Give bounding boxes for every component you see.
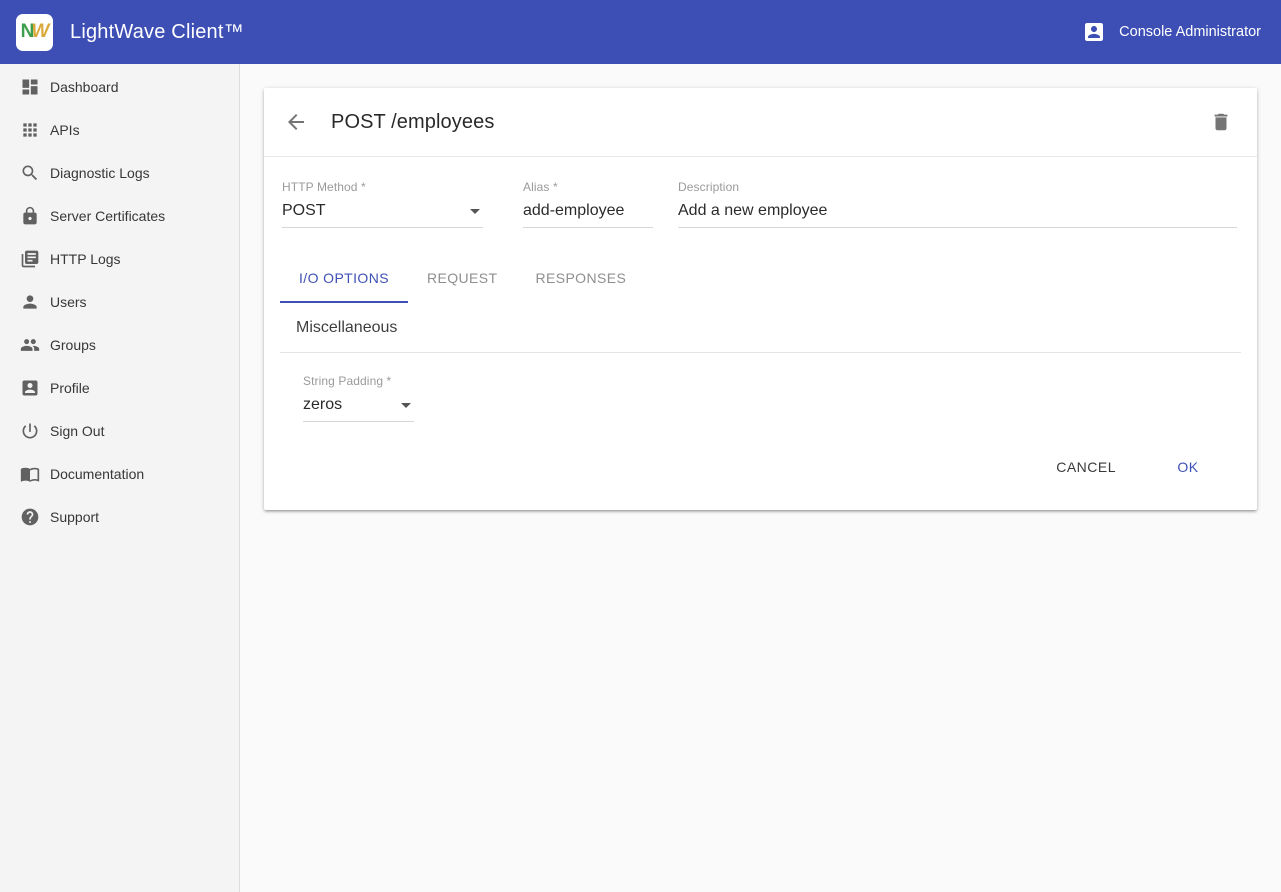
- sidebar-item-label: Sign Out: [50, 423, 104, 439]
- account-box-icon: [20, 378, 40, 398]
- sidebar-item-label: HTTP Logs: [50, 251, 121, 267]
- description-input[interactable]: [678, 194, 1237, 228]
- apps-grid-icon: [20, 120, 40, 140]
- description-field: Description: [678, 180, 1237, 228]
- alias-input[interactable]: [523, 194, 653, 228]
- dropdown-arrow-icon: [470, 209, 480, 214]
- logo-letter-w: W: [31, 21, 48, 43]
- http-method-value: POST: [282, 202, 326, 220]
- sidebar-item-dashboard[interactable]: Dashboard: [0, 65, 239, 108]
- sidebar-item-apis[interactable]: APIs: [0, 108, 239, 151]
- sidebar-item-support[interactable]: Support: [0, 495, 239, 538]
- page-title: POST /employees: [331, 111, 494, 134]
- sidebar-item-server-certificates[interactable]: Server Certificates: [0, 194, 239, 237]
- user-label: Console Administrator: [1119, 24, 1261, 40]
- sidebar-item-label: Profile: [50, 380, 90, 396]
- description-label: Description: [678, 180, 1237, 194]
- app-logo: NW: [16, 14, 53, 51]
- card-header: POST /employees: [264, 88, 1257, 157]
- sidebar-item-label: Users: [50, 294, 87, 310]
- sidebar: Dashboard APIs Diagnostic Logs Server Ce…: [0, 64, 240, 892]
- sidebar-item-label: Groups: [50, 337, 96, 353]
- help-icon: [20, 507, 40, 527]
- alias-label: Alias *: [523, 180, 653, 194]
- account-box-icon: [1082, 20, 1106, 44]
- back-button[interactable]: [280, 106, 312, 138]
- logs-icon: [20, 249, 40, 269]
- main-content: POST /employees HTTP Method * POST: [240, 64, 1281, 892]
- sidebar-item-http-logs[interactable]: HTTP Logs: [0, 237, 239, 280]
- http-method-label: HTTP Method *: [282, 180, 483, 194]
- sidebar-item-label: Diagnostic Logs: [50, 165, 150, 181]
- cancel-button[interactable]: CANCEL: [1040, 449, 1132, 485]
- sidebar-item-users[interactable]: Users: [0, 280, 239, 323]
- app-title: LightWave Client™: [70, 21, 244, 44]
- people-icon: [20, 335, 40, 355]
- shell: Dashboard APIs Diagnostic Logs Server Ce…: [0, 64, 1281, 892]
- sidebar-item-groups[interactable]: Groups: [0, 323, 239, 366]
- string-padding-select[interactable]: zeros: [303, 388, 414, 422]
- arrow-back-icon: [284, 110, 308, 134]
- string-padding-field: String Padding * zeros: [303, 374, 414, 422]
- http-method-select[interactable]: POST: [282, 194, 483, 228]
- book-icon: [20, 464, 40, 484]
- card-actions: CANCEL OK: [264, 422, 1257, 510]
- http-method-field: HTTP Method * POST: [282, 180, 483, 228]
- alias-field: Alias *: [523, 180, 653, 228]
- sidebar-item-label: Server Certificates: [50, 208, 165, 224]
- search-icon: [20, 163, 40, 183]
- sidebar-item-label: Documentation: [50, 466, 144, 482]
- tab-responses[interactable]: RESPONSES: [516, 255, 645, 303]
- user-menu[interactable]: Console Administrator: [1078, 14, 1265, 50]
- delete-button[interactable]: [1205, 106, 1237, 138]
- sidebar-item-diagnostic-logs[interactable]: Diagnostic Logs: [0, 151, 239, 194]
- trash-icon: [1210, 111, 1232, 133]
- app-header: NW LightWave Client™ Console Administrat…: [0, 0, 1281, 64]
- endpoint-form-row: HTTP Method * POST Alias * Description: [264, 157, 1257, 228]
- lock-icon: [20, 206, 40, 226]
- tab-request[interactable]: REQUEST: [408, 255, 516, 303]
- person-icon: [20, 292, 40, 312]
- tab-io-options[interactable]: I/O OPTIONS: [280, 255, 408, 303]
- section-divider: [280, 352, 1241, 353]
- sidebar-item-profile[interactable]: Profile: [0, 366, 239, 409]
- ok-button[interactable]: OK: [1156, 449, 1220, 485]
- sidebar-item-documentation[interactable]: Documentation: [0, 452, 239, 495]
- section-title: Miscellaneous: [296, 319, 1257, 337]
- sidebar-item-sign-out[interactable]: Sign Out: [0, 409, 239, 452]
- sidebar-item-label: APIs: [50, 122, 80, 138]
- dashboard-icon: [20, 77, 40, 97]
- power-icon: [20, 421, 40, 441]
- endpoint-card: POST /employees HTTP Method * POST: [264, 88, 1257, 510]
- sidebar-item-label: Support: [50, 509, 99, 525]
- string-padding-value: zeros: [303, 396, 342, 414]
- string-padding-label: String Padding *: [303, 374, 414, 388]
- tab-bar: I/O OPTIONS REQUEST RESPONSES: [264, 255, 1257, 303]
- app-root: NW LightWave Client™ Console Administrat…: [0, 0, 1281, 892]
- dropdown-arrow-icon: [401, 403, 411, 408]
- sidebar-item-label: Dashboard: [50, 79, 119, 95]
